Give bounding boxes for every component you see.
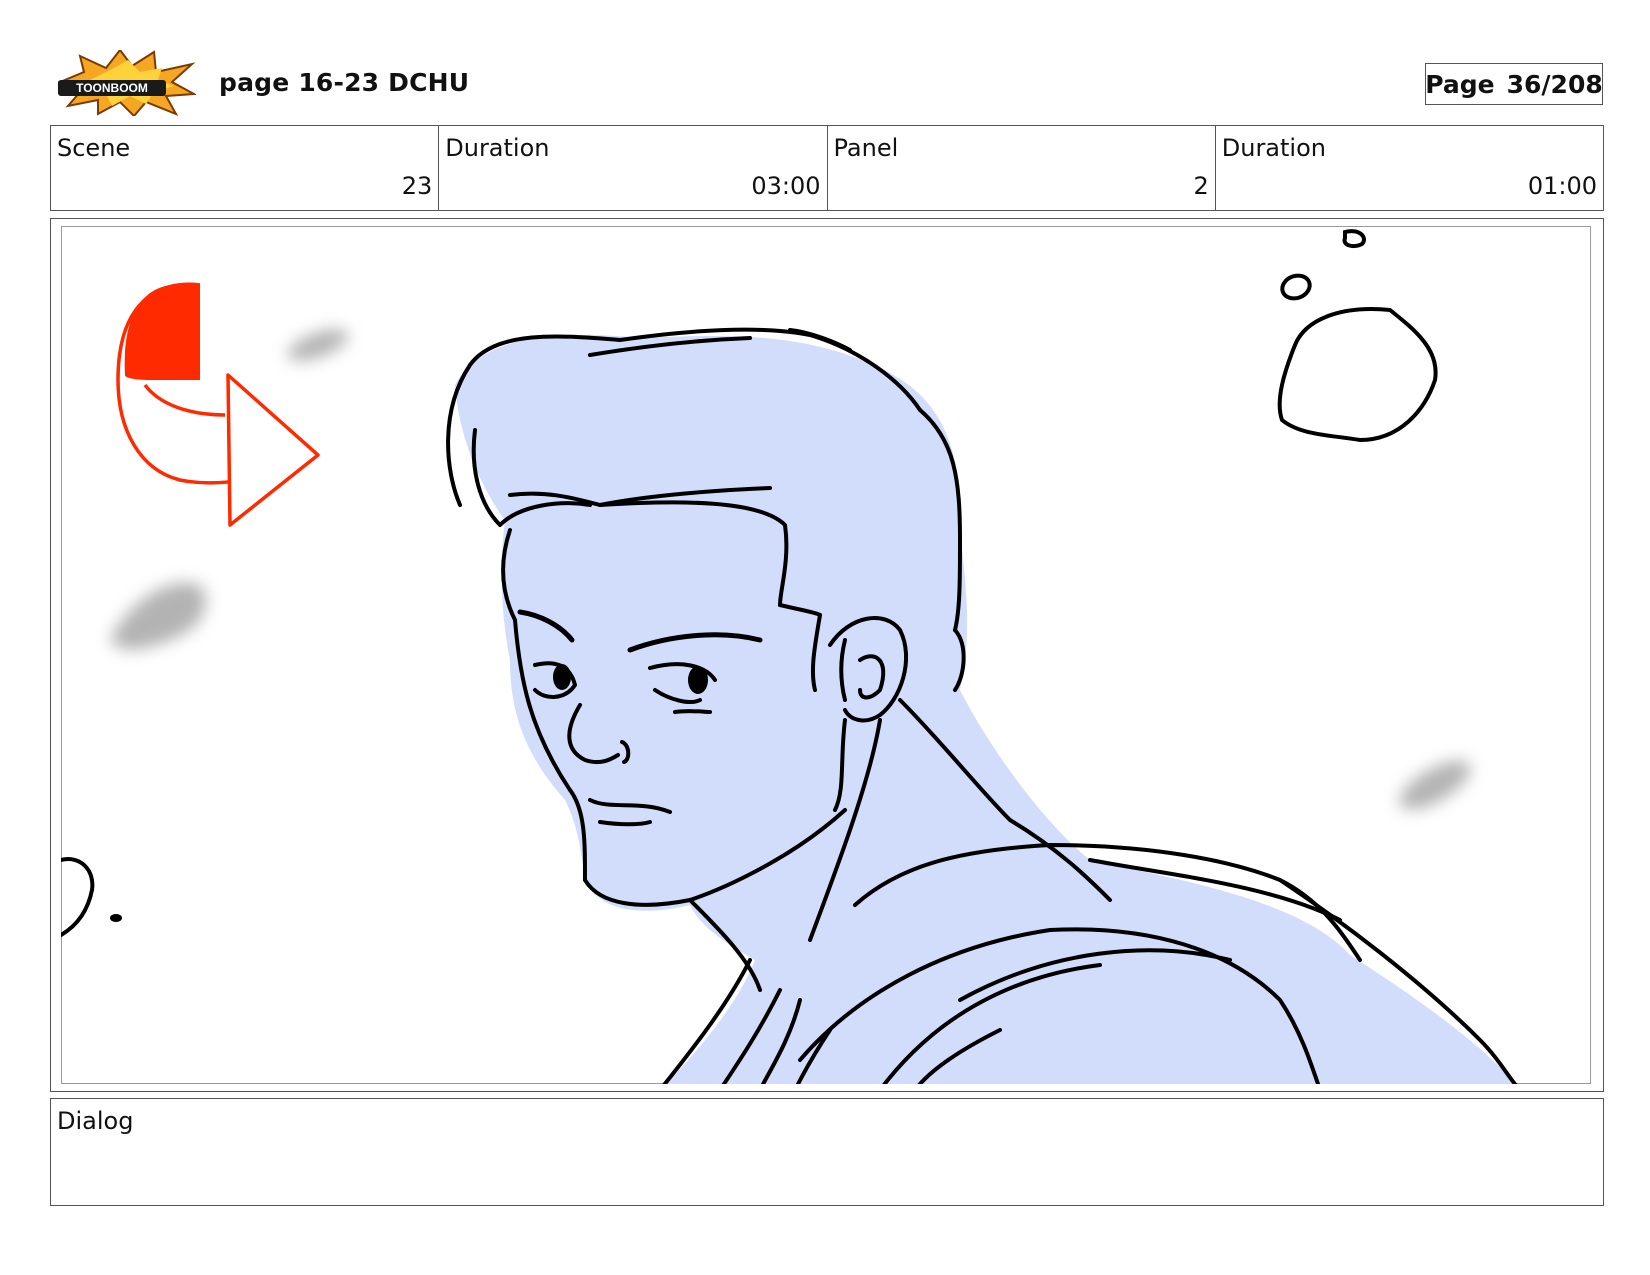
character-fill bbox=[455, 334, 1516, 1084]
dialog-label: Dialog bbox=[57, 1107, 134, 1135]
dialog-box: Dialog bbox=[50, 1098, 1604, 1206]
storyboard-sketch bbox=[61, 229, 1518, 1084]
camera-move-arrow bbox=[116, 282, 320, 527]
